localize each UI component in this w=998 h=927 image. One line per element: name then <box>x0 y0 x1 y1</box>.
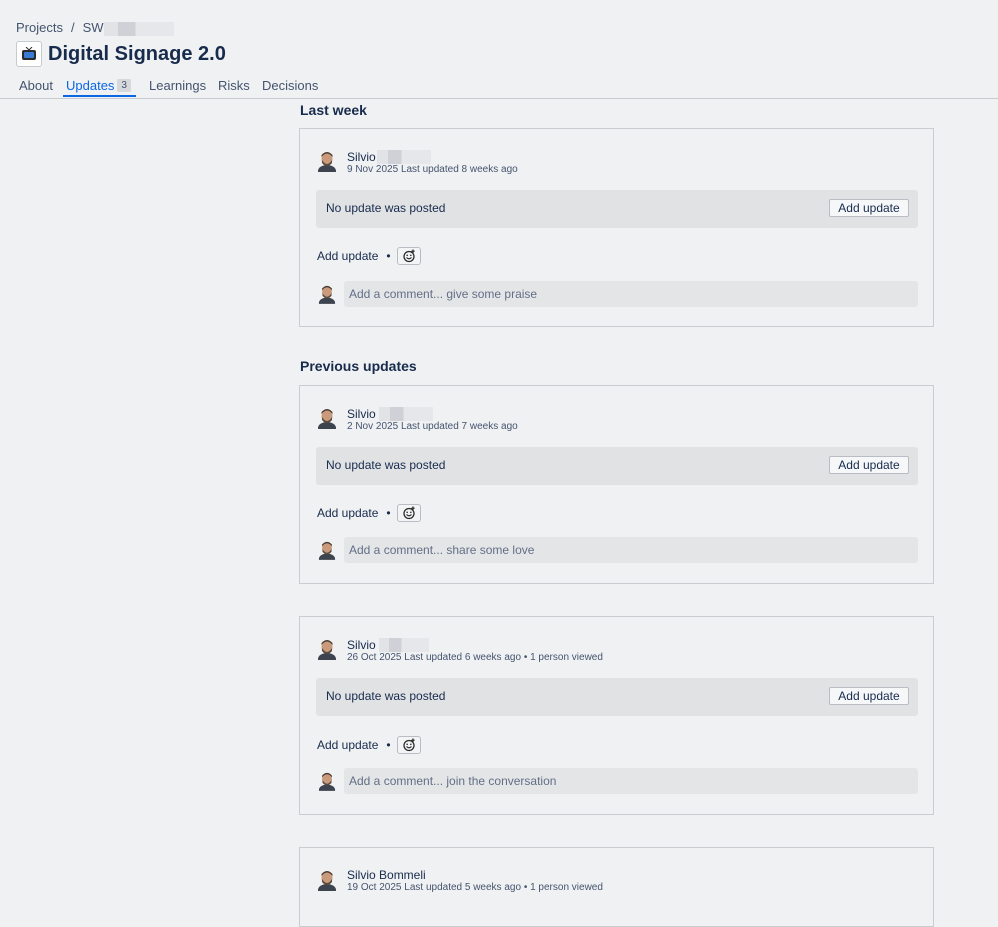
author-first-name: Silvio <box>347 150 376 164</box>
author-full-name: Silvio Bommeli <box>347 868 426 882</box>
redacted-text <box>378 638 429 652</box>
update-meta: 19 Oct 2025 Last updated 5 weeks ago • 1… <box>347 882 603 893</box>
add-update-link[interactable]: Add update <box>317 249 378 263</box>
redacted-text <box>376 150 431 164</box>
author-name[interactable]: Silvio <box>347 638 429 652</box>
breadcrumb-projects-link[interactable]: Projects <box>16 20 63 35</box>
no-update-text: No update was posted <box>326 458 446 472</box>
tab-label: Updates <box>66 78 115 93</box>
tab-decisions[interactable]: Decisions <box>262 78 318 93</box>
current-user-avatar <box>318 540 336 565</box>
update-meta: 26 Oct 2025 Last updated 6 weeks ago • 1… <box>347 652 603 663</box>
update-actions: Add update • <box>317 736 421 754</box>
last-updated: Last updated 8 weeks ago <box>400 164 518 175</box>
update-card: Silvio Bommeli 19 Oct 2025 Last updated … <box>299 847 934 927</box>
add-reaction-icon[interactable] <box>396 736 421 754</box>
add-update-button[interactable]: Add update <box>829 199 909 217</box>
tv-icon[interactable] <box>16 41 42 67</box>
update-card: Silvio 2 Nov 2025 Last updated 7 weeks a… <box>299 385 934 584</box>
tab-label: Risks <box>218 78 250 93</box>
breadcrumb-project-link[interactable]: SW <box>83 20 174 36</box>
author-name[interactable]: Silvio Bommeli <box>347 868 426 882</box>
no-update-panel: No update was posted Add update <box>316 190 918 228</box>
separator-dot: • <box>386 249 391 263</box>
tab-label: Learnings <box>149 78 207 93</box>
update-actions: Add update • <box>317 504 421 522</box>
update-meta: 9 Nov 2025 Last updated 8 weeks ago <box>347 164 518 175</box>
redacted-text <box>378 407 433 421</box>
page-title: Digital Signage 2.0 <box>48 42 226 65</box>
tab-updates[interactable]: Updates 3 <box>66 78 131 93</box>
user-avatar[interactable] <box>317 150 337 177</box>
author-name[interactable]: Silvio <box>347 150 431 164</box>
update-card: Silvio 26 Oct 2025 Last updated 6 weeks … <box>299 616 934 815</box>
update-date: 9 Nov 2025 <box>347 164 399 175</box>
page-header: Digital Signage 2.0 <box>16 41 226 67</box>
tab-about[interactable]: About <box>19 78 53 93</box>
viewed-count[interactable]: • 1 person viewed <box>524 882 603 893</box>
add-reaction-icon[interactable] <box>396 247 421 265</box>
user-avatar[interactable] <box>317 407 337 434</box>
last-updated: Last updated 5 weeks ago <box>404 882 522 893</box>
breadcrumb-separator: / <box>70 20 75 36</box>
update-meta: 2 Nov 2025 Last updated 7 weeks ago <box>347 421 518 432</box>
update-date: 19 Oct 2025 <box>347 882 402 893</box>
user-avatar[interactable] <box>317 638 337 665</box>
tab-bar: About Updates 3 Learnings Risks Decisions <box>0 74 998 99</box>
active-tab-indicator <box>63 95 136 97</box>
update-date: 2 Nov 2025 <box>347 421 399 432</box>
user-avatar[interactable] <box>317 869 337 896</box>
add-update-button[interactable]: Add update <box>829 687 909 705</box>
tab-learnings[interactable]: Learnings <box>149 78 206 93</box>
add-update-button[interactable]: Add update <box>829 456 909 474</box>
last-updated: Last updated 6 weeks ago <box>404 652 522 663</box>
section-title-last-week: Last week <box>300 102 367 118</box>
update-card: Silvio 9 Nov 2025 Last updated 8 weeks a… <box>299 128 934 327</box>
author-name[interactable]: Silvio <box>347 407 433 421</box>
last-updated: Last updated 7 weeks ago <box>400 421 518 432</box>
breadcrumb: Projects / SW <box>16 20 174 36</box>
current-user-avatar <box>318 284 336 309</box>
update-actions: Add update • <box>317 247 421 265</box>
current-user-avatar <box>318 771 336 796</box>
update-date: 26 Oct 2025 <box>347 652 402 663</box>
no-update-panel: No update was posted Add update <box>316 678 918 716</box>
add-update-link[interactable]: Add update <box>317 738 378 752</box>
no-update-text: No update was posted <box>326 201 446 215</box>
add-update-link[interactable]: Add update <box>317 506 378 520</box>
separator-dot: • <box>386 738 391 752</box>
separator-dot: • <box>386 506 391 520</box>
no-update-text: No update was posted <box>326 689 446 703</box>
tab-label: Decisions <box>262 78 319 93</box>
comment-input[interactable]: Add a comment... share some love <box>344 537 918 563</box>
author-first-name: Silvio <box>347 407 376 421</box>
author-first-name: Silvio <box>347 638 376 652</box>
breadcrumb-project-prefix: SW <box>82 20 104 35</box>
updates-count-badge: 3 <box>117 79 131 92</box>
tab-risks[interactable]: Risks <box>218 78 250 93</box>
tab-label: About <box>19 78 53 93</box>
add-reaction-icon[interactable] <box>396 504 421 522</box>
redacted-text <box>103 21 174 36</box>
no-update-panel: No update was posted Add update <box>316 447 918 485</box>
comment-input[interactable]: Add a comment... give some praise <box>344 281 918 307</box>
viewed-count[interactable]: • 1 person viewed <box>524 652 603 663</box>
section-title-previous-updates: Previous updates <box>300 358 417 374</box>
comment-input[interactable]: Add a comment... join the conversation <box>344 768 918 794</box>
